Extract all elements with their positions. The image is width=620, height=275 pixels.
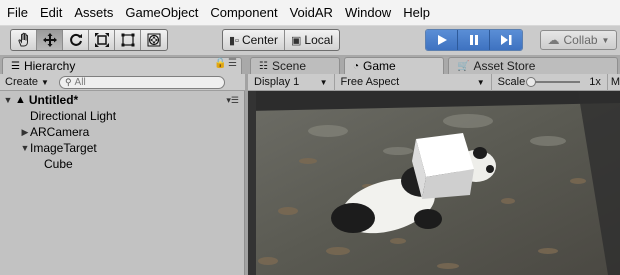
expand-arrow-icon[interactable]: ▶ (20, 127, 30, 138)
menu-assets[interactable]: Assets (68, 0, 119, 26)
menu-gameobject[interactable]: GameObject (119, 0, 204, 26)
lock-icon[interactable]: 🔒 (214, 58, 226, 69)
search-icon: ⚲ (64, 76, 72, 87)
aspect-select[interactable]: Free Aspect ▼ (335, 73, 492, 91)
tree-item-label: Directional Light (30, 109, 117, 123)
chevron-down-icon: ▼ (319, 77, 328, 87)
rotate-icon (69, 33, 82, 46)
pivot-icon: ▮▫ (229, 34, 239, 47)
tab-game-label: Game (363, 59, 396, 73)
cloud-icon: ☁ (547, 33, 560, 47)
scale-value: 1x (589, 76, 601, 88)
tree-item-directional-light[interactable]: Directional Light (0, 108, 245, 124)
chevron-down-icon: ▼ (601, 35, 610, 45)
rect-transform-icon (121, 33, 134, 47)
game-toolbar: Display 1 ▼ Free Aspect ▼ Scale 1x M (248, 73, 620, 91)
rotate-tool-button[interactable] (63, 30, 89, 50)
unity-scene-icon: ▲ (15, 94, 26, 106)
rect-tool-button[interactable] (115, 30, 141, 50)
playback-controls (425, 29, 523, 51)
maximize-toggle[interactable]: M (608, 76, 620, 88)
hierarchy-toolbar: Create ▼ ⚲ All (0, 74, 245, 91)
play-icon (437, 35, 447, 45)
search-placeholder: All (74, 76, 86, 88)
panel-menu-icon[interactable]: ☰ (228, 58, 237, 69)
create-label: Create (5, 76, 39, 88)
pivot-local-button[interactable]: ▣ Local (285, 30, 339, 50)
hierarchy-icon: ☰ (11, 60, 20, 72)
tab-asset-store-label: Asset Store (473, 59, 536, 73)
step-icon (501, 35, 512, 45)
transform-tools (10, 29, 168, 51)
menu-help[interactable]: Help (397, 0, 436, 26)
chevron-down-icon: ▼ (41, 77, 49, 87)
pause-button[interactable] (458, 30, 490, 50)
tab-scene[interactable]: ☷ Scene (250, 57, 340, 74)
collab-button[interactable]: ☁ Collab ▼ (540, 30, 617, 50)
menu-bar: File Edit Assets GameObject Component Vo… (0, 0, 620, 26)
game-icon: ◔ (353, 60, 360, 72)
scale-control: Scale 1x (492, 73, 608, 91)
hand-tool-button[interactable] (11, 30, 37, 50)
tree-item-label: Cube (44, 157, 73, 171)
hand-icon (17, 32, 28, 47)
tab-scene-label: Scene (271, 59, 306, 73)
display-label: Display 1 (254, 76, 300, 88)
play-button[interactable] (426, 30, 458, 50)
toolbar: ▮▫ Center ▣ Local ☁ Collab ▼ (0, 26, 620, 56)
scale-label: Scale (497, 76, 526, 88)
game-view[interactable] (248, 91, 620, 275)
scene-root[interactable]: ▼ ▲ Untitled* ▾☰ (0, 92, 245, 108)
pivot-center-button[interactable]: ▮▫ Center (223, 30, 285, 50)
pivot-controls: ▮▫ Center ▣ Local (222, 29, 341, 51)
transform-icon (147, 33, 161, 47)
create-button[interactable]: Create ▼ (5, 76, 49, 88)
tree-item-arcamera[interactable]: ▶ ARCamera (0, 124, 245, 140)
scale-icon (94, 33, 109, 47)
menu-file[interactable]: File (0, 0, 34, 26)
pause-icon (469, 35, 478, 45)
move-arrows-icon (42, 33, 57, 47)
scene-name: Untitled* (28, 93, 79, 107)
chevron-down-icon: ▼ (476, 77, 485, 87)
tab-asset-store[interactable]: 🛒 Asset Store (448, 57, 618, 74)
scale-slider-thumb[interactable] (526, 77, 537, 87)
camera-feed-image (248, 91, 620, 275)
aspect-label: Free Aspect (340, 76, 400, 88)
tree-item-cube[interactable]: Cube (0, 156, 245, 172)
pivot-local-label: Local (304, 33, 334, 47)
scale-slider[interactable] (526, 77, 581, 87)
scale-tool-button[interactable] (89, 30, 115, 50)
transform-tool-button[interactable] (141, 30, 167, 50)
collab-label: Collab (563, 33, 598, 47)
tree-item-label: ARCamera (30, 125, 90, 139)
pivot-center-label: Center (241, 33, 278, 47)
tab-hierarchy-label: Hierarchy (23, 59, 76, 73)
hierarchy-tree: ▼ ▲ Untitled* ▾☰ Directional Light ▶ ARC… (0, 91, 245, 275)
asset-store-icon: 🛒 (457, 60, 470, 72)
tree-item-imagetarget[interactable]: ▼ ImageTarget (0, 140, 245, 156)
hierarchy-search-input[interactable]: ⚲ All (58, 75, 225, 89)
move-tool-button[interactable] (37, 30, 63, 50)
scene-menu-icon[interactable]: ▾☰ (226, 95, 239, 106)
scene-icon: ☷ (259, 60, 268, 72)
panel-tab-strip: ☰ Hierarchy 🔒 ☰ ☷ Scene ◔ Game 🛒 Asset S… (0, 56, 620, 74)
collapse-arrow-icon[interactable]: ▼ (20, 143, 30, 153)
menu-edit[interactable]: Edit (34, 0, 68, 26)
expand-arrow-icon[interactable]: ▼ (3, 95, 13, 105)
local-cube-icon: ▣ (290, 34, 302, 47)
tree-item-label: ImageTarget (30, 141, 97, 155)
menu-component[interactable]: Component (204, 0, 283, 26)
tab-hierarchy[interactable]: ☰ Hierarchy (2, 57, 242, 74)
menu-window[interactable]: Window (339, 0, 397, 26)
tab-game[interactable]: ◔ Game (344, 57, 444, 74)
step-button[interactable] (490, 30, 522, 50)
menu-voidar[interactable]: VoidAR (284, 0, 339, 26)
display-select[interactable]: Display 1 ▼ (248, 73, 335, 91)
